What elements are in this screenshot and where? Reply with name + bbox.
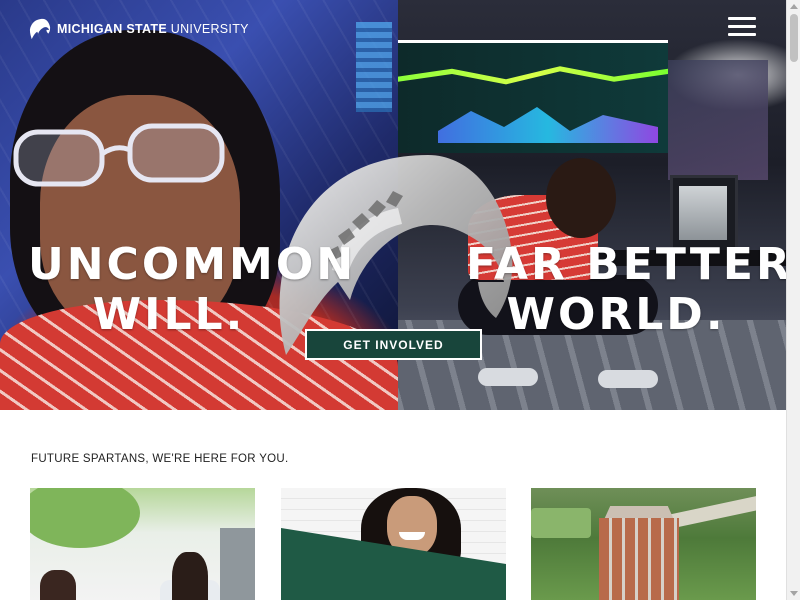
scrollbar-thumb[interactable] [790,14,798,62]
hero-banner: UNCOMMON WILL. FAR BETTER WORLD. GET INV… [0,0,786,410]
hero-headline-right-line2: WORLD. [506,289,726,340]
university-wordmark: MICHIGAN STATE UNIVERSITY [57,22,249,36]
vertical-scrollbar[interactable] [786,0,800,600]
msu-logo-link[interactable]: MICHIGAN STATE UNIVERSITY [29,18,249,40]
hero-headline-left-line2: WILL. [92,289,246,340]
wordmark-light: UNIVERSITY [170,22,249,36]
glasses-graphic [13,123,225,187]
get-involved-button[interactable]: GET INVOLVED [305,329,482,360]
wordmark-bold: MICHIGAN STATE [57,22,167,36]
section-heading: FUTURE SPARTANS, WE'RE HERE FOR YOU. [31,453,289,465]
hero-headline-left-line1: UNCOMMON [28,239,357,290]
scroll-down-arrow-icon[interactable] [790,591,798,596]
hamburger-menu-icon[interactable] [728,17,756,39]
hero-headline-left: UNCOMMON WILL. [28,239,357,340]
promo-card-student-with-flag[interactable] [281,488,506,600]
spartan-helmet-icon [29,18,51,40]
scroll-up-arrow-icon[interactable] [790,4,798,9]
hero-headline-right-line1: FAR BETTER [466,239,786,290]
promo-card-campus-aerial[interactable] [531,488,756,600]
promo-card-students-outdoors[interactable] [30,488,255,600]
hero-headline-right: FAR BETTER WORLD. [466,239,786,340]
